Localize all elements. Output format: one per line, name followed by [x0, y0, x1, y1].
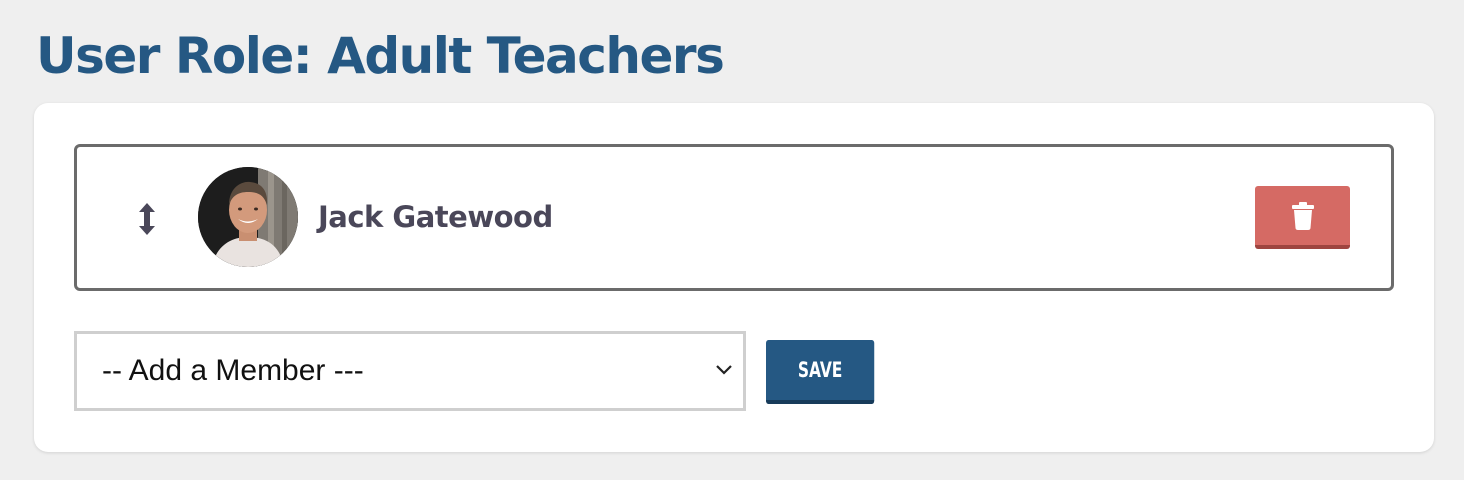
member-row: Jack Gatewood — [74, 144, 1394, 291]
member-name: Jack Gatewood — [318, 200, 553, 234]
save-button[interactable]: SAVE — [766, 340, 875, 404]
avatar — [198, 167, 298, 267]
add-member-select[interactable]: -- Add a Member --- — [74, 331, 746, 411]
page-title: User Role: Adult Teachers — [36, 27, 725, 85]
chevron-down-icon — [716, 365, 732, 375]
vertical-arrows-icon — [139, 203, 155, 235]
trash-icon — [1291, 201, 1314, 230]
delete-member-button[interactable] — [1255, 186, 1350, 249]
role-card: Jack Gatewood -- Add a Member --- SAVE — [34, 103, 1434, 452]
drag-handle[interactable] — [135, 202, 159, 236]
add-member-select-value: -- Add a Member --- — [102, 354, 364, 387]
